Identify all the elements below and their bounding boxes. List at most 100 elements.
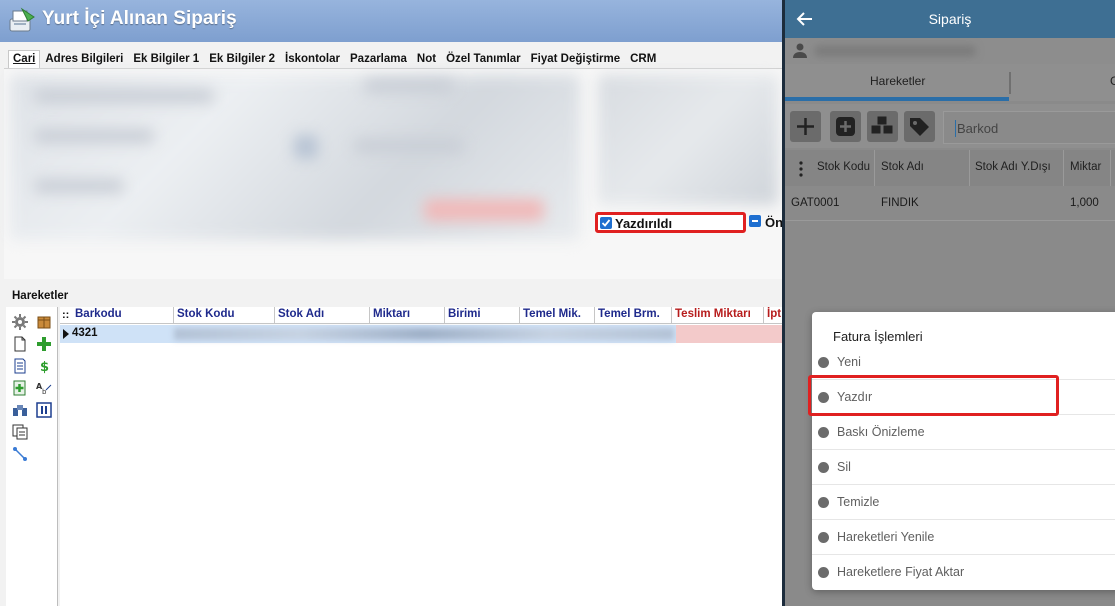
radio-dot-icon <box>818 427 829 438</box>
tab-second[interactable]: G <box>1110 74 1115 88</box>
printed-checkbox[interactable]: Yazdırıldı <box>595 212 746 233</box>
col-teslim-miktari[interactable]: Teslim Miktarı <box>672 307 764 324</box>
redacted-photo-box <box>598 75 778 205</box>
redacted-field-block <box>294 135 318 159</box>
menu-item-baski-onizleme[interactable]: Baskı Önizleme <box>812 415 1115 450</box>
tab-ek-bilgiler-2[interactable]: Ek Bilgiler 2 <box>204 50 280 69</box>
col-stok-adi[interactable]: Stok Adı <box>275 307 370 324</box>
add-button[interactable] <box>790 111 821 142</box>
mobile-app-bar: Sipariş <box>785 0 1115 38</box>
mcol-stok-kodu[interactable]: Stok Kodu <box>817 161 870 173</box>
packages-button[interactable] <box>867 111 898 142</box>
tag-button[interactable] <box>904 111 935 142</box>
new-document-icon[interactable] <box>12 336 28 352</box>
barcode-placeholder: Barkod <box>957 121 999 136</box>
add-box-button[interactable] <box>830 111 861 142</box>
menu-item-sil[interactable]: Sil <box>812 450 1115 485</box>
radio-dot-icon <box>818 532 829 543</box>
tab-fiyat-degistirme[interactable]: Fiyat Değiştirme <box>526 50 625 69</box>
grid-row-marker: :: <box>62 309 70 321</box>
radio-dot-icon <box>818 567 829 578</box>
redacted-field-block <box>34 179 124 193</box>
radio-dot-icon <box>818 462 829 473</box>
document-lines-icon[interactable] <box>12 358 28 374</box>
barcode-search-input[interactable]: Barkod <box>943 111 1115 144</box>
printed-checkbox-label: Yazdırıldı <box>615 216 673 231</box>
mcell-stok-kodu: GAT0001 <box>791 197 840 209</box>
col-miktari[interactable]: Miktarı <box>370 307 445 324</box>
cell-teslim-miktari[interactable] <box>676 325 782 343</box>
table-row[interactable]: GAT0001 FINDIK 1,000 <box>785 186 1115 221</box>
tab-pazarlama[interactable]: Pazarlama <box>345 50 412 69</box>
movements-section-label: Hareketler <box>12 290 69 302</box>
redacted-field-block <box>34 89 214 103</box>
tab-ek-bilgiler-1[interactable]: Ek Bilgiler 1 <box>128 50 204 69</box>
table-row[interactable]: 4321 <box>60 325 782 343</box>
mobile-table-header: Stok Kodu Stok Adı Stok Adı Y.Dışı Mikta… <box>785 150 1115 186</box>
package-icon[interactable] <box>36 314 52 330</box>
column-menu-icon[interactable] <box>799 161 803 177</box>
window-title: Yurt İçi Alınan Sipariş <box>42 8 237 29</box>
connection-icon[interactable] <box>12 446 28 462</box>
tab-not[interactable]: Not <box>412 50 441 69</box>
dollar-icon[interactable]: $ <box>36 358 52 374</box>
mobile-tabs: Hareketler G <box>785 64 1115 101</box>
menu-item-temizle[interactable]: Temizle <box>812 485 1115 520</box>
col-iptal[interactable]: İpt <box>764 307 782 324</box>
window-title-bar: Yurt İçi Alınan Sipariş <box>0 0 782 42</box>
redacted-field-block <box>354 139 464 153</box>
cell-barkodu[interactable]: 4321 <box>72 327 98 339</box>
text-caret <box>955 120 956 137</box>
cari-form-area <box>4 69 782 279</box>
add-icon[interactable] <box>36 336 52 352</box>
movements-grid: :: Barkodu Stok Kodu Stok Adı Miktarı Bi… <box>60 307 782 606</box>
plus-icon <box>797 118 814 135</box>
customer-row <box>785 38 1115 64</box>
pause-icon[interactable] <box>36 402 52 418</box>
tab-ozel-tanimlar[interactable]: Özel Tanımlar <box>441 50 526 69</box>
on-checkbox-label: Ön <box>765 215 782 230</box>
row-selector-arrow-icon <box>63 329 69 339</box>
tab-hareketler[interactable]: Hareketler <box>870 74 925 88</box>
tab-separator <box>1009 72 1011 94</box>
tab-iskontolar[interactable]: İskontolar <box>280 50 345 69</box>
mcell-stok-adi: FINDIK <box>881 197 919 209</box>
col-temel-mik[interactable]: Temel Mik. <box>520 307 595 324</box>
checkbox-indeterminate-icon <box>749 215 761 227</box>
redacted-field-block <box>364 79 454 93</box>
mcol-stok-adi[interactable]: Stok Adı <box>881 161 924 173</box>
gear-icon[interactable] <box>12 314 28 330</box>
menu-title: Fatura İşlemleri <box>833 329 923 344</box>
tab-adres-bilgileri[interactable]: Adres Bilgileri <box>40 50 128 69</box>
checkbox-checked-icon <box>600 217 612 229</box>
mcol-stok-adi-ydisi[interactable]: Stok Adı Y.Dışı <box>975 161 1051 173</box>
binoculars-icon[interactable] <box>12 402 28 418</box>
menu-item-hareketleri-yenile[interactable]: Hareketleri Yenile <box>812 520 1115 555</box>
cubes-icon <box>870 115 894 135</box>
tab-cari[interactable]: Cari <box>8 50 41 69</box>
col-birimi[interactable]: Birimi <box>445 307 520 324</box>
invoice-actions-menu: Fatura İşlemleri Yeni Yazdır Baskı Önizl… <box>812 312 1115 590</box>
grid-header: :: Barkodu Stok Kodu Stok Adı Miktarı Bi… <box>60 307 782 324</box>
mcell-miktar: 1,000 <box>1070 197 1099 209</box>
redacted-row-cells <box>174 328 674 340</box>
mobile-title: Sipariş <box>928 11 972 27</box>
menu-item-hareketlere-fiyat-aktar[interactable]: Hareketlere Fiyat Aktar <box>812 555 1115 590</box>
redacted-field-block <box>424 199 544 221</box>
copy-documents-icon[interactable] <box>12 424 28 440</box>
mcol-miktar[interactable]: Miktar <box>1070 161 1101 173</box>
add-document-icon[interactable] <box>12 380 28 396</box>
spelling-icon[interactable]: Ab <box>36 380 52 396</box>
form-tabs: Cari Adres Bilgileri Ek Bilgiler 1 Ek Bi… <box>8 50 661 69</box>
app-icon <box>9 7 35 32</box>
svg-text:$: $ <box>40 360 49 374</box>
col-temel-brm[interactable]: Temel Brm. <box>595 307 672 324</box>
tag-icon <box>910 118 929 136</box>
yazdir-highlight-frame <box>808 375 1059 416</box>
tab-crm[interactable]: CRM <box>625 50 661 69</box>
movements-toolbar: $ Ab <box>6 307 58 606</box>
col-barkodu[interactable]: Barkodu <box>72 307 174 324</box>
col-stok-kodu[interactable]: Stok Kodu <box>174 307 275 324</box>
radio-dot-icon <box>818 357 829 368</box>
active-tab-indicator <box>785 97 1009 101</box>
